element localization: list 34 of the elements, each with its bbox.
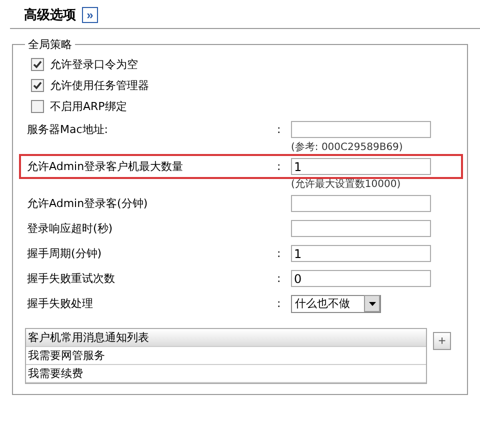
checkbox-label: 允许登录口令为空 <box>50 57 138 72</box>
input-field[interactable]: 1 <box>291 158 431 175</box>
checkbox[interactable] <box>31 100 44 113</box>
field-label: 登录响应超时(秒) <box>27 221 114 236</box>
checkbox-label: 允许使用任务管理器 <box>50 78 149 93</box>
input-field[interactable] <box>291 121 431 138</box>
checkbox[interactable] <box>31 58 44 71</box>
colon: : <box>277 123 282 136</box>
dropdown[interactable]: 什么也不做 <box>291 294 381 312</box>
list-item[interactable]: 我需要网管服务 <box>26 347 426 365</box>
group-legend: 全局策略 <box>25 37 75 52</box>
field-label: 允许Admin登录客户机最大数量 <box>27 159 184 174</box>
field-label: 握手周期(分钟) <box>27 246 103 261</box>
input-field[interactable]: 0 <box>291 270 431 287</box>
field-label: 握手失败处理 <box>27 296 94 311</box>
field-label: 允许Admin登录客(分钟) <box>27 196 149 211</box>
colon: : <box>277 272 282 285</box>
colon: : <box>277 247 282 260</box>
section-title: 高级选项 <box>24 6 76 24</box>
input-field[interactable] <box>291 220 431 237</box>
field-label: 握手失败重试次数 <box>27 271 116 286</box>
hint-text: (允许最大设置数10000) <box>291 179 401 190</box>
input-field[interactable] <box>291 195 431 212</box>
colon: : <box>277 297 282 310</box>
hint-text: (参考: 000C29589B69) <box>291 142 403 153</box>
colon: : <box>277 160 282 173</box>
expand-button[interactable]: » <box>82 7 98 23</box>
field-label: 服务器Mac地址: <box>27 122 109 137</box>
add-button[interactable]: + <box>433 332 451 350</box>
checkbox[interactable] <box>31 79 44 92</box>
list-item[interactable]: 我需要续费 <box>26 365 426 383</box>
input-field[interactable]: 1 <box>291 245 431 262</box>
list-item[interactable]: 客户机常用消息通知列表 <box>26 329 426 347</box>
checkbox-label: 不启用ARP绑定 <box>50 99 127 114</box>
